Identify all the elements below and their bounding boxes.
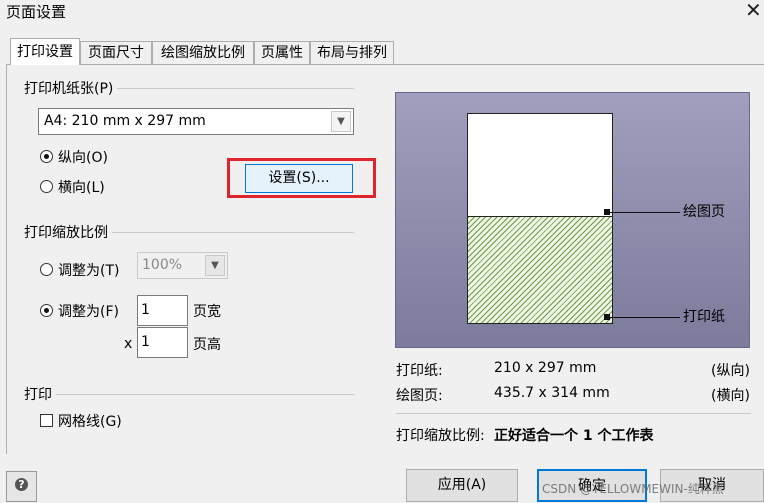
- pages-high-label: 页高: [193, 337, 221, 353]
- print-preview: 绘图页 打印纸: [395, 92, 750, 348]
- print-heading: 打印: [24, 384, 56, 404]
- chevron-down-icon[interactable]: ▼: [205, 255, 225, 276]
- drawing-page-leader: [610, 212, 680, 213]
- portrait-radio[interactable]: [40, 150, 53, 163]
- printer-paper-rect: [467, 216, 613, 324]
- drawing-page-callout: 绘图页: [683, 204, 725, 220]
- adjust-percent-radio[interactable]: [40, 263, 53, 276]
- landscape-radio[interactable]: [40, 180, 53, 193]
- pages-wide-label: 页宽: [193, 304, 221, 320]
- printer-paper-callout: 打印纸: [683, 309, 725, 325]
- zoom-percent-value: 100%: [142, 257, 183, 273]
- tab-drawing-scale[interactable]: 绘图缩放比例: [152, 41, 254, 64]
- zoom-info-value: 正好适合一个 1 个工作表: [494, 428, 654, 444]
- paper-size-select[interactable]: A4: 210 mm x 297 mm ▼: [38, 108, 354, 135]
- zoom-percent-select[interactable]: 100% ▼: [137, 252, 228, 279]
- tab-layout-routing[interactable]: 布局与排列: [310, 41, 394, 64]
- drawing-page-rect: [467, 113, 613, 217]
- drawing-info-label: 绘图页:: [396, 388, 443, 404]
- window-title: 页面设置: [6, 3, 67, 21]
- watermark: CSDN @YELLOWMEWIN-纯粹黑: [542, 482, 724, 496]
- tab-page-properties[interactable]: 页属性: [254, 41, 310, 64]
- paper-size-value: A4: 210 mm x 297 mm: [44, 113, 206, 129]
- apply-button[interactable]: 应用(A): [406, 469, 518, 502]
- paper-info-size: 210 x 297 mm: [494, 360, 597, 376]
- drawing-info-size: 435.7 x 314 mm: [494, 385, 610, 401]
- chevron-down-icon[interactable]: ▼: [331, 111, 351, 132]
- paper-info-label: 打印纸:: [396, 363, 443, 379]
- landscape-label[interactable]: 横向(L): [58, 177, 105, 197]
- gridlines-checkbox[interactable]: [40, 414, 53, 427]
- portrait-label[interactable]: 纵向(O): [58, 147, 108, 167]
- section-divider: [24, 394, 354, 395]
- printer-paper-leader: [610, 317, 680, 318]
- tab-print-settings[interactable]: 打印设置: [10, 38, 80, 65]
- help-button[interactable]: ?: [6, 471, 37, 502]
- pages-wide-input[interactable]: 1: [137, 295, 188, 326]
- setup-button[interactable]: 设置(S)...: [245, 164, 353, 193]
- printer-paper-heading: 打印机纸张(P): [24, 78, 118, 98]
- info-divider: [396, 413, 751, 414]
- fit-to-label[interactable]: 调整为(F): [58, 301, 119, 321]
- adjust-percent-label[interactable]: 调整为(T): [58, 260, 119, 280]
- pages-high-input[interactable]: 1: [137, 327, 188, 358]
- tab-page-size[interactable]: 页面尺寸: [80, 41, 152, 64]
- fit-to-radio[interactable]: [40, 304, 53, 317]
- times-label: x: [124, 336, 133, 352]
- print-zoom-heading: 打印缩放比例: [24, 222, 112, 242]
- close-icon[interactable]: ✕: [745, 0, 762, 22]
- drawing-info-orientation: (横向): [711, 388, 750, 404]
- zoom-info-label: 打印缩放比例:: [396, 428, 485, 444]
- paper-info-orientation: (纵向): [711, 363, 750, 379]
- help-icon: ?: [15, 478, 28, 491]
- gridlines-label[interactable]: 网格线(G): [58, 411, 122, 431]
